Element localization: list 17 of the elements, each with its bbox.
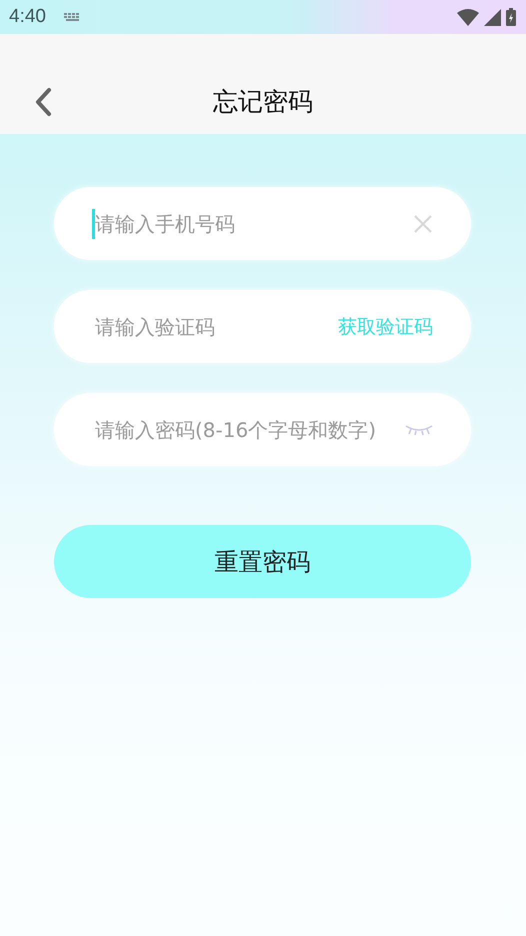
page-title: 忘记密码 — [213, 86, 313, 118]
input-field[interactable]: 请输入密码(8-16个字母和数字) — [54, 393, 471, 466]
wifi-icon — [457, 8, 479, 26]
input-field[interactable]: 请输入手机号码 — [54, 187, 471, 260]
signal-icon — [484, 8, 501, 26]
text-input[interactable]: 请输入密码(8-16个字母和数字) — [92, 414, 405, 444]
text-input[interactable]: 请输入验证码 — [92, 312, 338, 342]
back-icon[interactable] — [34, 87, 52, 117]
closed-eye-icon[interactable] — [405, 424, 433, 436]
keyboard-icon — [64, 12, 82, 22]
status-time: 4:40 — [9, 6, 46, 28]
input-field[interactable]: 请输入验证码 获取验证码 — [54, 290, 471, 363]
battery-icon — [506, 8, 516, 26]
reset-password-button[interactable]: 重置密码 — [54, 525, 471, 598]
text-input[interactable]: 请输入手机号码 — [92, 208, 413, 238]
get-code-link[interactable]: 获取验证码 — [338, 314, 433, 340]
close-icon[interactable] — [413, 214, 433, 234]
